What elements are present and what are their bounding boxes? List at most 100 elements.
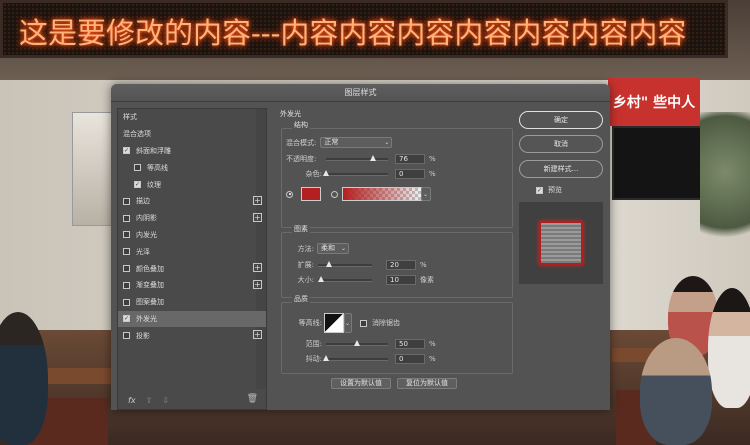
blend-mode-label: 混合模式:	[286, 138, 317, 147]
spread-label: 扩展:	[297, 261, 314, 269]
styles-list: 样式 混合选项 ✓ 斜面和浮雕 等高线 ✓ 纹理 描边 + 内阴影 + 内发光 光泽 颜…	[117, 108, 267, 410]
style-inner-glow[interactable]: 内发光	[118, 227, 266, 244]
structure-title: 结构	[292, 120, 310, 130]
technique-select[interactable]: 柔和 ⌄	[317, 243, 349, 254]
slider-knob[interactable]	[317, 276, 324, 282]
style-inner-shadow[interactable]: 内阴影 +	[118, 210, 266, 227]
size-slider[interactable]	[317, 276, 372, 282]
slider-knob[interactable]	[323, 355, 329, 361]
checkbox[interactable]	[123, 281, 130, 289]
antialias-checkbox[interactable]	[360, 319, 367, 327]
add-icon[interactable]: +	[253, 330, 262, 340]
style-outer-glow[interactable]: ✓ 外发光	[118, 310, 266, 328]
checkbox[interactable]: ✓	[123, 147, 130, 155]
checkbox[interactable]: ✓	[123, 315, 130, 323]
style-label: 颜色叠加	[136, 264, 164, 273]
gradient-dropdown[interactable]: ⌄	[421, 187, 431, 201]
add-icon[interactable]: +	[253, 263, 262, 273]
person	[640, 338, 712, 445]
spread-unit: %	[420, 261, 427, 269]
blending-options[interactable]: 混合选项	[118, 126, 266, 143]
slider-knob[interactable]	[354, 340, 360, 346]
styles-header[interactable]: 样式	[118, 109, 266, 126]
style-gradient-overlay[interactable]: 渐变叠加 +	[118, 277, 266, 294]
gradient-picker[interactable]	[342, 187, 422, 201]
range-field[interactable]: 50	[395, 339, 425, 349]
style-satin[interactable]: 光泽	[118, 243, 266, 260]
quality-group: 品质 等高线: ⌄ 消除锯齿 范围: 50 % 抖动: 0 %	[281, 294, 513, 374]
checkbox[interactable]	[123, 332, 130, 340]
opacity-slider[interactable]	[326, 155, 388, 161]
range-slider[interactable]	[326, 340, 388, 346]
checkbox[interactable]	[123, 197, 130, 205]
style-bevel-emboss[interactable]: ✓ 斜面和浮雕	[118, 143, 266, 160]
style-label: 样式	[123, 113, 137, 122]
style-color-overlay[interactable]: 颜色叠加 +	[118, 260, 266, 277]
gradient-radio[interactable]	[331, 190, 338, 198]
slider-knob[interactable]	[370, 155, 377, 161]
jitter-slider[interactable]	[323, 355, 388, 361]
blend-mode-select[interactable]: 正常 ⌄	[320, 137, 393, 148]
solid-color-radio[interactable]	[286, 190, 293, 198]
style-label: 描边	[136, 197, 150, 206]
move-down-icon[interactable]: ⇩	[162, 396, 169, 405]
move-up-icon[interactable]: ⇧	[146, 396, 153, 405]
elements-title: 图素	[292, 224, 310, 234]
jitter-field[interactable]: 0	[395, 354, 425, 364]
led-sign: 这是要修改的内容---内容内容内容内容内容内容内容	[0, 0, 728, 58]
jitter-unit: %	[429, 355, 436, 363]
ok-button[interactable]: 确定	[519, 111, 603, 129]
television	[612, 126, 714, 200]
preview-checkbox[interactable]: ✓	[536, 186, 543, 194]
style-drop-shadow[interactable]: 投影 +	[118, 327, 266, 344]
noise-slider[interactable]	[323, 170, 388, 176]
style-contour[interactable]: 等高线	[118, 159, 266, 176]
style-label: 投影	[136, 331, 150, 340]
spread-field[interactable]: 20	[386, 260, 416, 270]
slider-track	[326, 173, 388, 176]
contour-label: 等高线:	[298, 319, 322, 327]
reset-default-button[interactable]: 复位为默认值	[397, 378, 457, 389]
style-label: 内阴影	[136, 214, 157, 223]
quality-title: 品质	[292, 294, 310, 304]
glow-color-swatch[interactable]	[301, 187, 321, 201]
antialias-label: 消除锯齿	[372, 319, 400, 327]
contour-picker[interactable]	[324, 313, 344, 333]
checkbox[interactable]	[123, 248, 130, 256]
layer-style-dialog: 图层样式 样式 混合选项 ✓ 斜面和浮雕 等高线 ✓ 纹理 描边 + 内阴影 + 内发光…	[111, 84, 610, 410]
red-banner: 乡村" 些中人	[608, 78, 700, 126]
style-stroke[interactable]: 描边 +	[118, 193, 266, 210]
preview-label: 预览	[548, 186, 562, 194]
slider-knob[interactable]	[325, 261, 332, 267]
range-label: 范围:	[305, 340, 322, 348]
checkbox[interactable]	[123, 231, 130, 239]
style-pattern-overlay[interactable]: 图案叠加	[118, 294, 266, 311]
checkbox[interactable]	[123, 265, 130, 273]
opacity-field[interactable]: 76	[395, 154, 425, 164]
slider-knob[interactable]	[323, 170, 329, 176]
size-field[interactable]: 10	[386, 275, 416, 285]
spread-slider[interactable]	[318, 261, 372, 267]
range-unit: %	[429, 340, 436, 348]
contour-dropdown[interactable]: ⌄	[344, 313, 352, 333]
style-preview	[519, 202, 603, 284]
set-default-button[interactable]: 设置为默认值	[331, 378, 391, 389]
style-label: 图案叠加	[136, 298, 164, 307]
style-texture[interactable]: ✓ 纹理	[118, 176, 266, 193]
checkbox[interactable]	[134, 164, 141, 172]
opacity-label: 不透明度:	[286, 155, 317, 163]
preview-toggle[interactable]: ✓ 预览	[536, 185, 562, 195]
checkbox[interactable]	[123, 298, 130, 306]
add-icon[interactable]: +	[253, 279, 262, 289]
noise-field[interactable]: 0	[395, 169, 425, 179]
chevron-down-icon: ⌄	[344, 320, 350, 327]
add-icon[interactable]: +	[253, 212, 262, 222]
checkbox[interactable]	[123, 214, 130, 222]
style-label: 光泽	[136, 247, 150, 256]
add-icon[interactable]: +	[253, 195, 262, 205]
new-style-button[interactable]: 新建样式...	[519, 160, 603, 178]
fx-icon[interactable]: fx	[128, 396, 136, 405]
cancel-button[interactable]: 取消	[519, 135, 603, 153]
checkbox[interactable]: ✓	[134, 181, 141, 189]
trash-icon[interactable]: 🗑	[247, 394, 258, 404]
